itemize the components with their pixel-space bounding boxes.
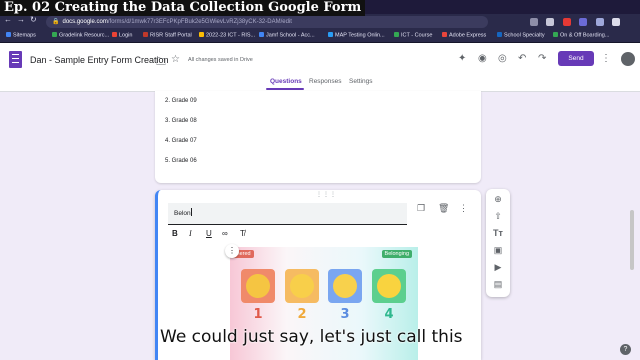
image-options-icon[interactable]: ⋮ <box>225 244 239 258</box>
floating-toolbar: ⊕ ⇧ Tт ▣ ▶ ▤ <box>486 189 510 297</box>
url-host: docs.google.com <box>62 19 108 25</box>
send-button[interactable]: Send <box>558 51 594 66</box>
scrollbar-thumb[interactable] <box>630 210 634 270</box>
bookmark-favicon-icon <box>143 32 148 37</box>
question-title-field[interactable]: Belon <box>168 203 407 225</box>
active-tab-indicator <box>266 88 304 90</box>
share-icon[interactable] <box>530 18 538 26</box>
back-arrow-icon[interactable]: ← <box>4 15 17 24</box>
save-status: All changes saved in Drive <box>188 57 253 63</box>
customize-theme-palette-icon[interactable]: ◉ <box>478 53 487 64</box>
redo-icon[interactable]: ↷ <box>538 53 546 64</box>
url-field[interactable]: 🔒 docs.google.com/forms/d/1mwk77r3EFcPKpF… <box>46 16 488 28</box>
emoji-number: 4 <box>384 307 394 322</box>
bookmark-favicon-icon <box>497 32 502 37</box>
add-question-icon[interactable]: ⊕ <box>486 194 510 205</box>
image-tag-right: Belonging <box>381 250 412 258</box>
url-path: /forms/d/1mwk77r3EFcPKpFBuk2e5GWievLvRZj… <box>107 19 292 25</box>
bookmark-item[interactable]: MAP Testing Onlin... <box>328 32 385 39</box>
option-item[interactable]: 4. Grade 07 <box>165 138 197 144</box>
bold-icon[interactable]: B <box>172 229 178 238</box>
video-title-overlay: Ep. 02 Creating the Data Collection Goog… <box>0 0 366 16</box>
add-section-icon[interactable]: ▤ <box>486 279 510 290</box>
add-video-icon[interactable]: ▶ <box>486 262 510 273</box>
bookmark-item[interactable]: RISR Staff Portal <box>143 32 192 39</box>
bookmark-favicon-icon <box>394 32 399 37</box>
underline-icon[interactable]: U <box>206 229 212 238</box>
bookmark-favicon-icon <box>112 32 117 37</box>
help-icon[interactable]: ? <box>620 344 631 355</box>
copy-icon[interactable]: ❐ <box>417 203 425 214</box>
option-item[interactable]: 5. Grade 06 <box>165 158 197 164</box>
forward-arrow-icon[interactable]: → <box>17 15 30 24</box>
folder-icon[interactable]: 🗀 <box>156 55 166 72</box>
bookmark-item[interactable]: Gradelink Resourc... <box>52 32 109 39</box>
bookmark-item[interactable]: Jamf School - Acc... <box>259 32 315 39</box>
bookmark-item[interactable]: 2022-23 ICT - RIS... <box>199 32 255 39</box>
drag-handle-icon[interactable]: ⋮⋮⋮ <box>316 191 337 198</box>
extension-icon[interactable] <box>579 18 588 26</box>
question-title-text: Belon <box>174 210 191 217</box>
bookmark-item[interactable]: School Specialty <box>497 32 545 39</box>
import-questions-icon[interactable]: ⇧ <box>486 211 510 222</box>
star-icon[interactable]: ☆ <box>171 54 180 65</box>
bookmark-item[interactable]: Adobe Express <box>442 32 486 39</box>
google-forms-logo-icon[interactable] <box>9 51 22 68</box>
link-icon[interactable]: ∞ <box>222 229 228 238</box>
more-options-icon[interactable]: ⋮ <box>601 53 611 64</box>
video-caption: We could just say, let's just call this <box>160 327 463 347</box>
bookmark-item[interactable]: ICT - Course <box>394 32 432 39</box>
bookmark-favicon-icon <box>52 32 57 37</box>
neutral-face-icon <box>285 269 319 303</box>
bookmark-favicon-icon <box>259 32 264 37</box>
addons-puzzle-icon[interactable]: ✦ <box>458 53 466 64</box>
bookmark-favicon-icon <box>553 32 558 37</box>
bookmark-favicon-icon <box>328 32 333 37</box>
bookmark-item[interactable]: Sitemaps <box>6 32 36 39</box>
bookmarks-bar: Sitemaps Gradelink Resourc... Login RISR… <box>0 30 640 43</box>
preview-eye-icon[interactable]: ◎ <box>498 53 507 64</box>
more-vert-icon[interactable]: ⋮ <box>459 203 468 214</box>
emoji-number: 3 <box>340 307 350 322</box>
happy-face-icon <box>372 269 406 303</box>
add-image-icon[interactable]: ▣ <box>486 245 510 256</box>
page-scrollbar[interactable] <box>629 92 635 360</box>
undo-icon[interactable]: ↶ <box>518 53 526 64</box>
option-item[interactable]: 3. Grade 08 <box>165 118 197 124</box>
bookmark-item[interactable]: Login <box>112 32 132 39</box>
delete-icon[interactable]: 🗑 <box>438 203 449 214</box>
grammar-extension-icon[interactable] <box>595 18 604 26</box>
add-title-icon[interactable]: Tт <box>486 228 510 238</box>
bookmark-favicon-icon <box>6 32 11 37</box>
screencast-extension-icon[interactable] <box>562 18 571 26</box>
bookmark-favicon-icon <box>199 32 204 37</box>
bookmark-item[interactable]: On & Off Boarding... <box>553 32 609 39</box>
clear-format-icon[interactable]: T̸ <box>240 229 245 238</box>
star-bookmark-icon[interactable] <box>546 18 555 26</box>
tab-responses[interactable]: Responses <box>309 78 342 85</box>
emoji-number: 1 <box>253 307 263 322</box>
text-cursor <box>190 208 192 216</box>
puzzle-icon[interactable] <box>612 18 621 26</box>
content-face-icon <box>328 269 362 303</box>
emoji-number: 2 <box>297 307 307 322</box>
form-document-title[interactable]: Dan - Sample Entry Form Creation <box>30 55 169 65</box>
navigation-buttons[interactable]: ←→↻ <box>4 15 42 24</box>
tab-questions[interactable]: Questions <box>270 78 302 85</box>
avatar[interactable] <box>620 51 636 67</box>
bookmark-favicon-icon <box>442 32 447 37</box>
question-card-grade[interactable]: 2. Grade 09 3. Grade 08 4. Grade 07 5. G… <box>155 91 481 183</box>
tab-settings[interactable]: Settings <box>349 78 373 85</box>
lock-icon: 🔒 <box>52 19 60 25</box>
extension-icons[interactable] <box>528 15 638 44</box>
reload-icon[interactable]: ↻ <box>30 15 42 24</box>
option-item[interactable]: 2. Grade 09 <box>165 98 197 104</box>
sad-face-icon <box>241 269 275 303</box>
italic-icon[interactable]: I <box>189 229 192 238</box>
